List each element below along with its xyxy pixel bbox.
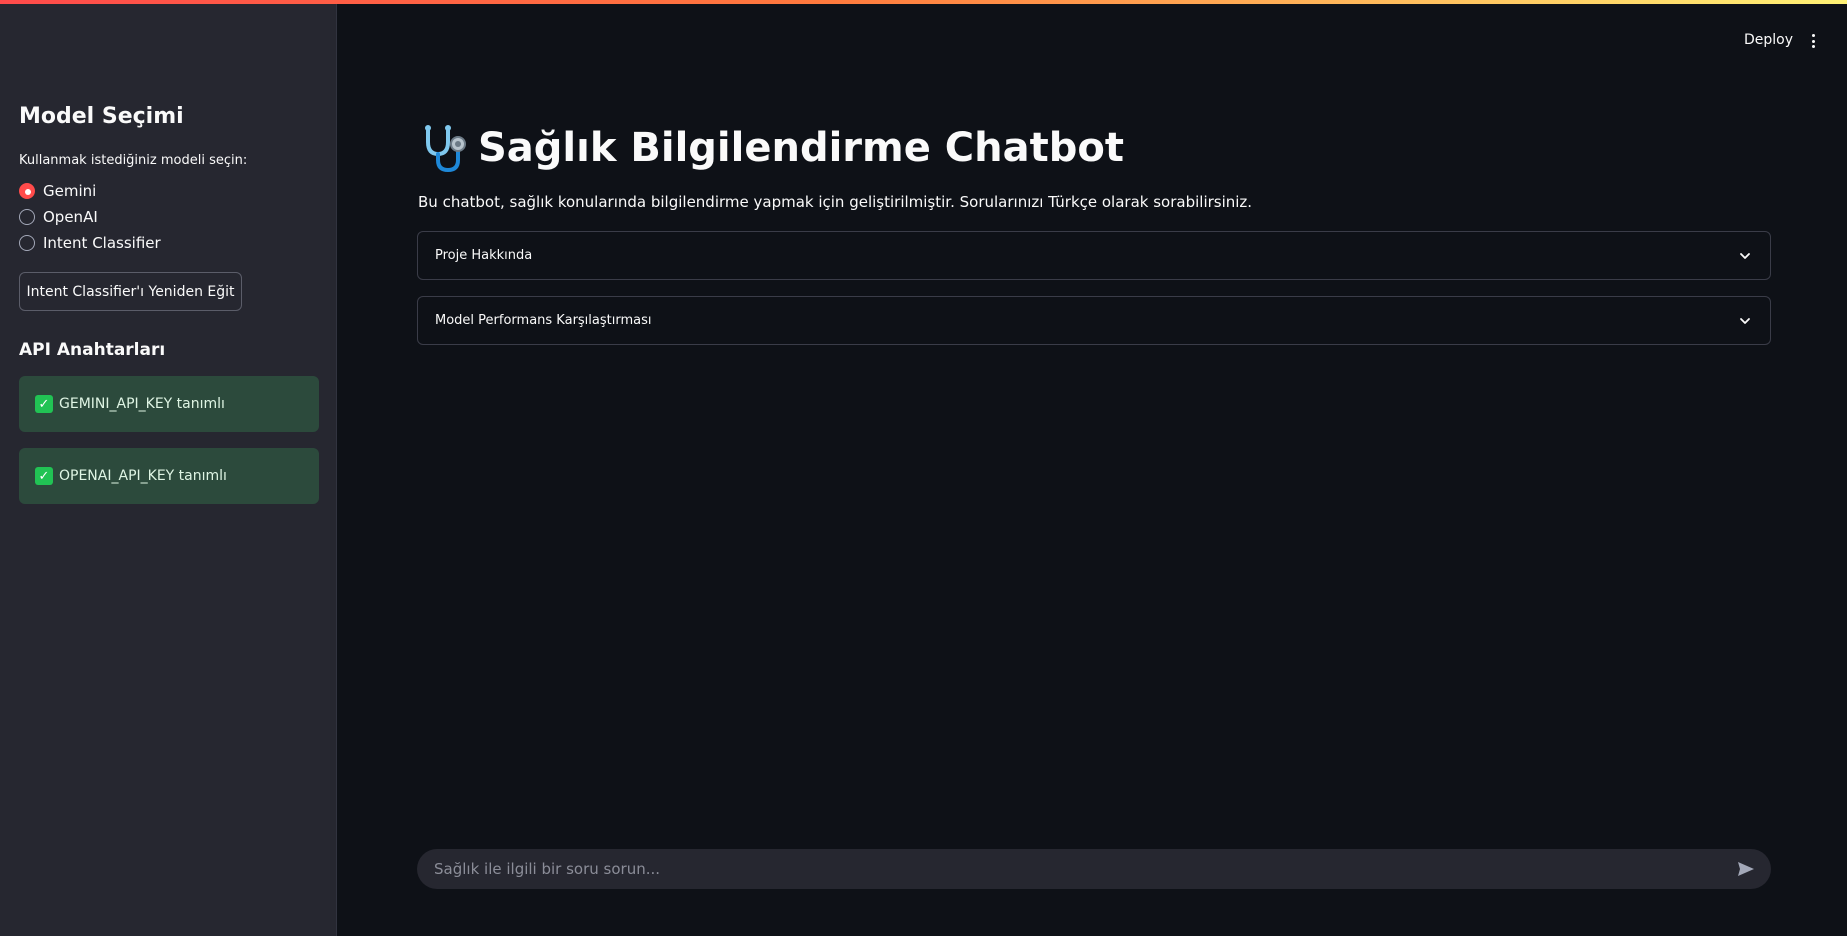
model-radio-label: Kullanmak istediğiniz modeli seçin: — [19, 153, 248, 168]
check-mark-icon: ✓ — [35, 395, 53, 413]
radio-option-openai[interactable]: OpenAI — [19, 206, 98, 228]
chevron-down-icon — [1740, 317, 1750, 324]
expander-label: Proje Hakkında — [435, 248, 533, 263]
deploy-button[interactable]: Deploy — [1744, 32, 1793, 48]
send-icon[interactable] — [1735, 858, 1757, 880]
radio-option-label: OpenAI — [43, 208, 98, 226]
page-subtitle: Bu chatbot, sağlık konularında bilgilend… — [418, 193, 1253, 211]
chat-input[interactable] — [434, 860, 1735, 878]
retrain-intent-classifier-button[interactable]: Intent Classifier'ı Yeniden Eğit — [19, 272, 242, 311]
radio-option-label: Gemini — [43, 182, 97, 200]
more-vertical-icon[interactable] — [1806, 32, 1820, 50]
top-decoration-bar — [0, 0, 1847, 4]
expander-model-performans[interactable]: Model Performans Karşılaştırması — [417, 296, 1771, 345]
chat-input-bar — [417, 849, 1771, 889]
openai-key-status: ✓ OPENAI_API_KEY tanımlı — [19, 448, 319, 504]
radio-option-gemini[interactable]: Gemini — [19, 180, 96, 202]
gemini-key-status: ✓ GEMINI_API_KEY tanımlı — [19, 376, 319, 432]
radio-option-label: Intent Classifier — [43, 234, 161, 252]
status-text: GEMINI_API_KEY tanımlı — [59, 396, 225, 412]
chevron-down-icon — [1740, 252, 1750, 259]
radio-checked-icon[interactable] — [19, 183, 35, 199]
check-mark-icon: ✓ — [35, 467, 53, 485]
page-title: Sağlık Bilgilendirme Chatbot — [418, 122, 1124, 174]
expander-proje-hakkinda[interactable]: Proje Hakkında — [417, 231, 1771, 280]
status-text: OPENAI_API_KEY tanımlı — [59, 468, 227, 484]
radio-unchecked-icon[interactable] — [19, 209, 35, 225]
expander-label: Model Performans Karşılaştırması — [435, 313, 652, 328]
page-title-text: Sağlık Bilgilendirme Chatbot — [478, 125, 1124, 171]
api-keys-title: API Anahtarları — [19, 340, 166, 360]
sidebar: Model Seçimi Kullanmak istediğiniz model… — [0, 0, 337, 936]
sidebar-title: Model Seçimi — [19, 104, 184, 129]
stethoscope-icon — [425, 125, 466, 173]
radio-unchecked-icon[interactable] — [19, 235, 35, 251]
radio-option-intent-classifier[interactable]: Intent Classifier — [19, 232, 161, 254]
